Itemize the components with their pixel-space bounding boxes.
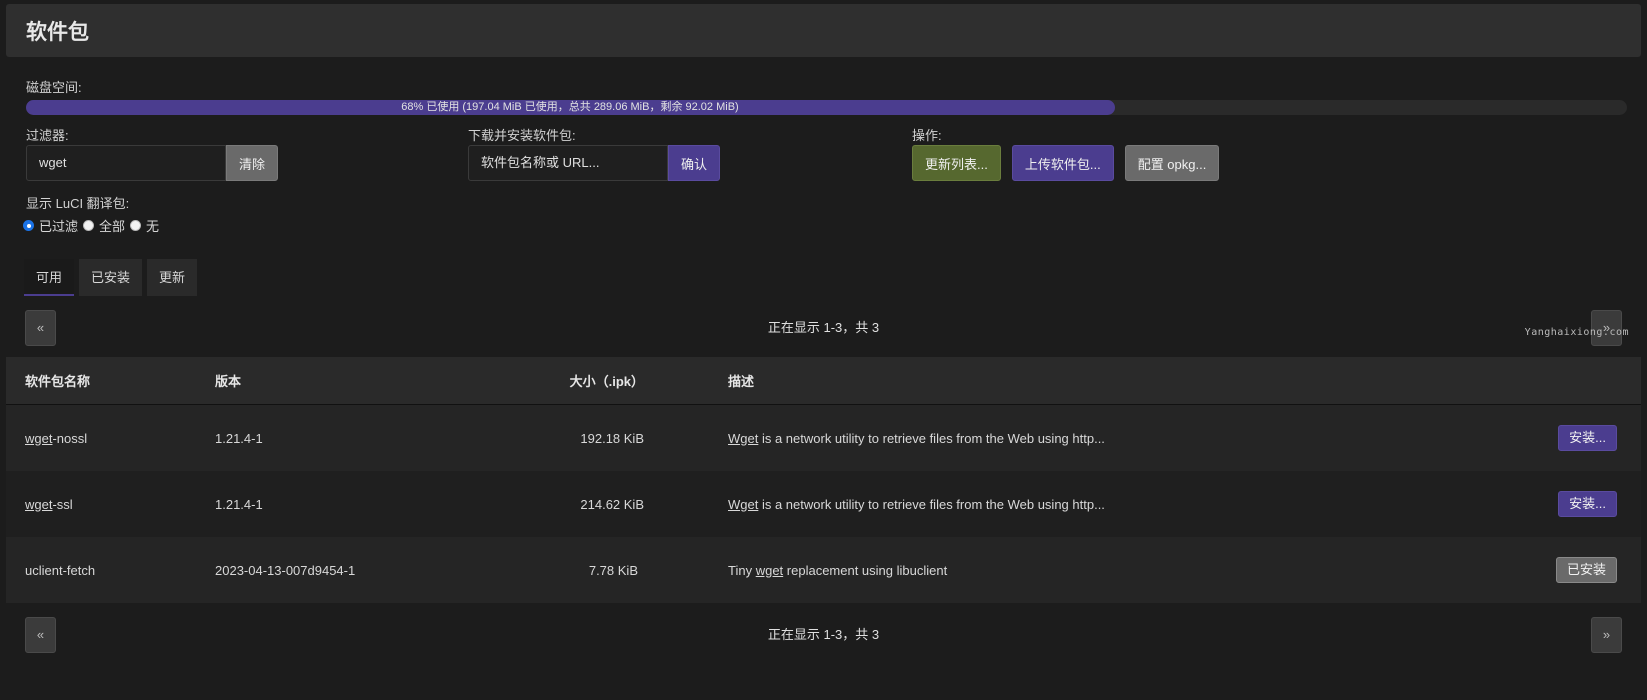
luci-translation-label: 显示 LuCI 翻译包:	[26, 196, 130, 211]
pager-status: 正在显示 1-3，共 3	[767, 320, 880, 335]
disk-usage-bar: 68% 已使用 (197.04 MiB 已使用，总共 289.06 MiB，剩余…	[26, 100, 1627, 115]
table-row: wget-nossl 1.21.4-1 192.18 KiB Wget is a…	[6, 405, 1641, 471]
pager-status-bottom: 正在显示 1-3，共 3	[767, 627, 880, 642]
install-button[interactable]: 安装...	[1558, 491, 1617, 517]
download-label: 下载并安装软件包:	[468, 128, 576, 143]
prev-page-button[interactable]: «	[25, 310, 56, 346]
header-name: 软件包名称	[25, 374, 91, 389]
radio-filtered[interactable]	[23, 220, 34, 231]
description-link[interactable]: wget	[756, 563, 783, 578]
clear-filter-button[interactable]: 清除	[226, 145, 279, 181]
luci-translation-options: 已过滤 全部 无	[23, 216, 1621, 235]
install-button[interactable]: 安装...	[1558, 425, 1617, 451]
package-name-link[interactable]: wget	[25, 497, 52, 512]
packages-page: 软件包 磁盘空间: 68% 已使用 (197.04 MiB 已使用，总共 289…	[0, 0, 1647, 700]
tab-updates[interactable]: 更新	[147, 259, 198, 296]
table-header: 软件包名称 版本 大小（.ipk） 描述	[6, 357, 1641, 405]
header-version: 版本	[215, 374, 242, 389]
filter-label: 过滤器:	[26, 128, 69, 143]
disk-usage-text: 68% 已使用 (197.04 MiB 已使用，总共 289.06 MiB，剩余…	[401, 101, 739, 113]
package-name: wget-ssl	[25, 496, 73, 512]
table-row: uclient-fetch 2023-04-13-007d9454-1 7.78…	[6, 537, 1641, 603]
package-name-link[interactable]: wget	[25, 431, 52, 446]
watermark: Yanghaixiong.com	[1524, 327, 1629, 338]
package-description: Wget is a network utility to retrieve fi…	[728, 496, 1105, 512]
actions-group: 操作: 更新列表... 上传软件包... 配置 opkg...	[912, 125, 1220, 181]
radio-none[interactable]	[130, 220, 142, 231]
package-description: Tiny wget replacement using libuclient	[728, 562, 948, 578]
confirm-button[interactable]: 确认	[668, 145, 721, 181]
download-group: 下载并安装软件包: 软件包名称或 URL... 确认	[468, 125, 721, 181]
description-link[interactable]: Wget	[728, 431, 758, 446]
actions-label: 操作:	[912, 128, 942, 143]
package-size: 192.18 KiB	[580, 430, 644, 446]
next-page-button-bottom[interactable]: »	[1591, 617, 1622, 653]
update-lists-button[interactable]: 更新列表...	[912, 145, 1001, 181]
installed-button[interactable]: 已安装	[1555, 557, 1617, 583]
tab-installed[interactable]: 已安装	[79, 259, 143, 296]
package-version: 2023-04-13-007d9454-1	[215, 562, 356, 578]
header-description: 描述	[728, 374, 755, 389]
package-table: 软件包名称 版本 大小（.ipk） 描述 wget-nossl 1.21.4-1…	[6, 357, 1641, 603]
package-description: Wget is a network utility to retrieve fi…	[728, 430, 1105, 446]
package-version: 1.21.4-1	[215, 496, 263, 512]
configure-opkg-button[interactable]: 配置 opkg...	[1124, 145, 1220, 181]
description-link[interactable]: Wget	[728, 497, 758, 512]
package-size: 214.62 KiB	[580, 496, 644, 512]
header-size: 大小（.ipk）	[569, 374, 644, 389]
package-url-input[interactable]: 软件包名称或 URL...	[468, 145, 668, 181]
tab-available[interactable]: 可用	[24, 259, 75, 296]
controls-row: 过滤器: wget 清除 下载并安装软件包: 软件包名称或 URL... 确认 …	[26, 125, 1621, 183]
filter-group: 过滤器: wget 清除	[26, 125, 279, 181]
upload-package-button[interactable]: 上传软件包...	[1011, 145, 1114, 181]
filter-input[interactable]: wget	[26, 145, 226, 181]
pager-top: 正在显示 1-3，共 3 « »	[25, 310, 1622, 346]
package-version: 1.21.4-1	[215, 430, 263, 446]
package-name: uclient-fetch	[25, 562, 96, 578]
page-title: 软件包	[26, 20, 89, 44]
pager-bottom: 正在显示 1-3，共 3 « »	[25, 617, 1622, 653]
table-row: wget-ssl 1.21.4-1 214.62 KiB Wget is a n…	[6, 471, 1641, 537]
radio-all-label: 全部	[99, 219, 126, 234]
title-bar: 软件包	[6, 4, 1641, 57]
tab-bar: 可用 已安装 更新	[6, 259, 1641, 296]
radio-all[interactable]	[83, 220, 95, 231]
package-size: 7.78 KiB	[588, 562, 638, 578]
radio-filtered-label: 已过滤	[39, 219, 79, 234]
radio-none-label: 无	[146, 219, 160, 234]
prev-page-button-bottom[interactable]: «	[25, 617, 56, 653]
package-name: wget-nossl	[25, 430, 88, 446]
disk-space-label: 磁盘空间:	[26, 80, 82, 95]
